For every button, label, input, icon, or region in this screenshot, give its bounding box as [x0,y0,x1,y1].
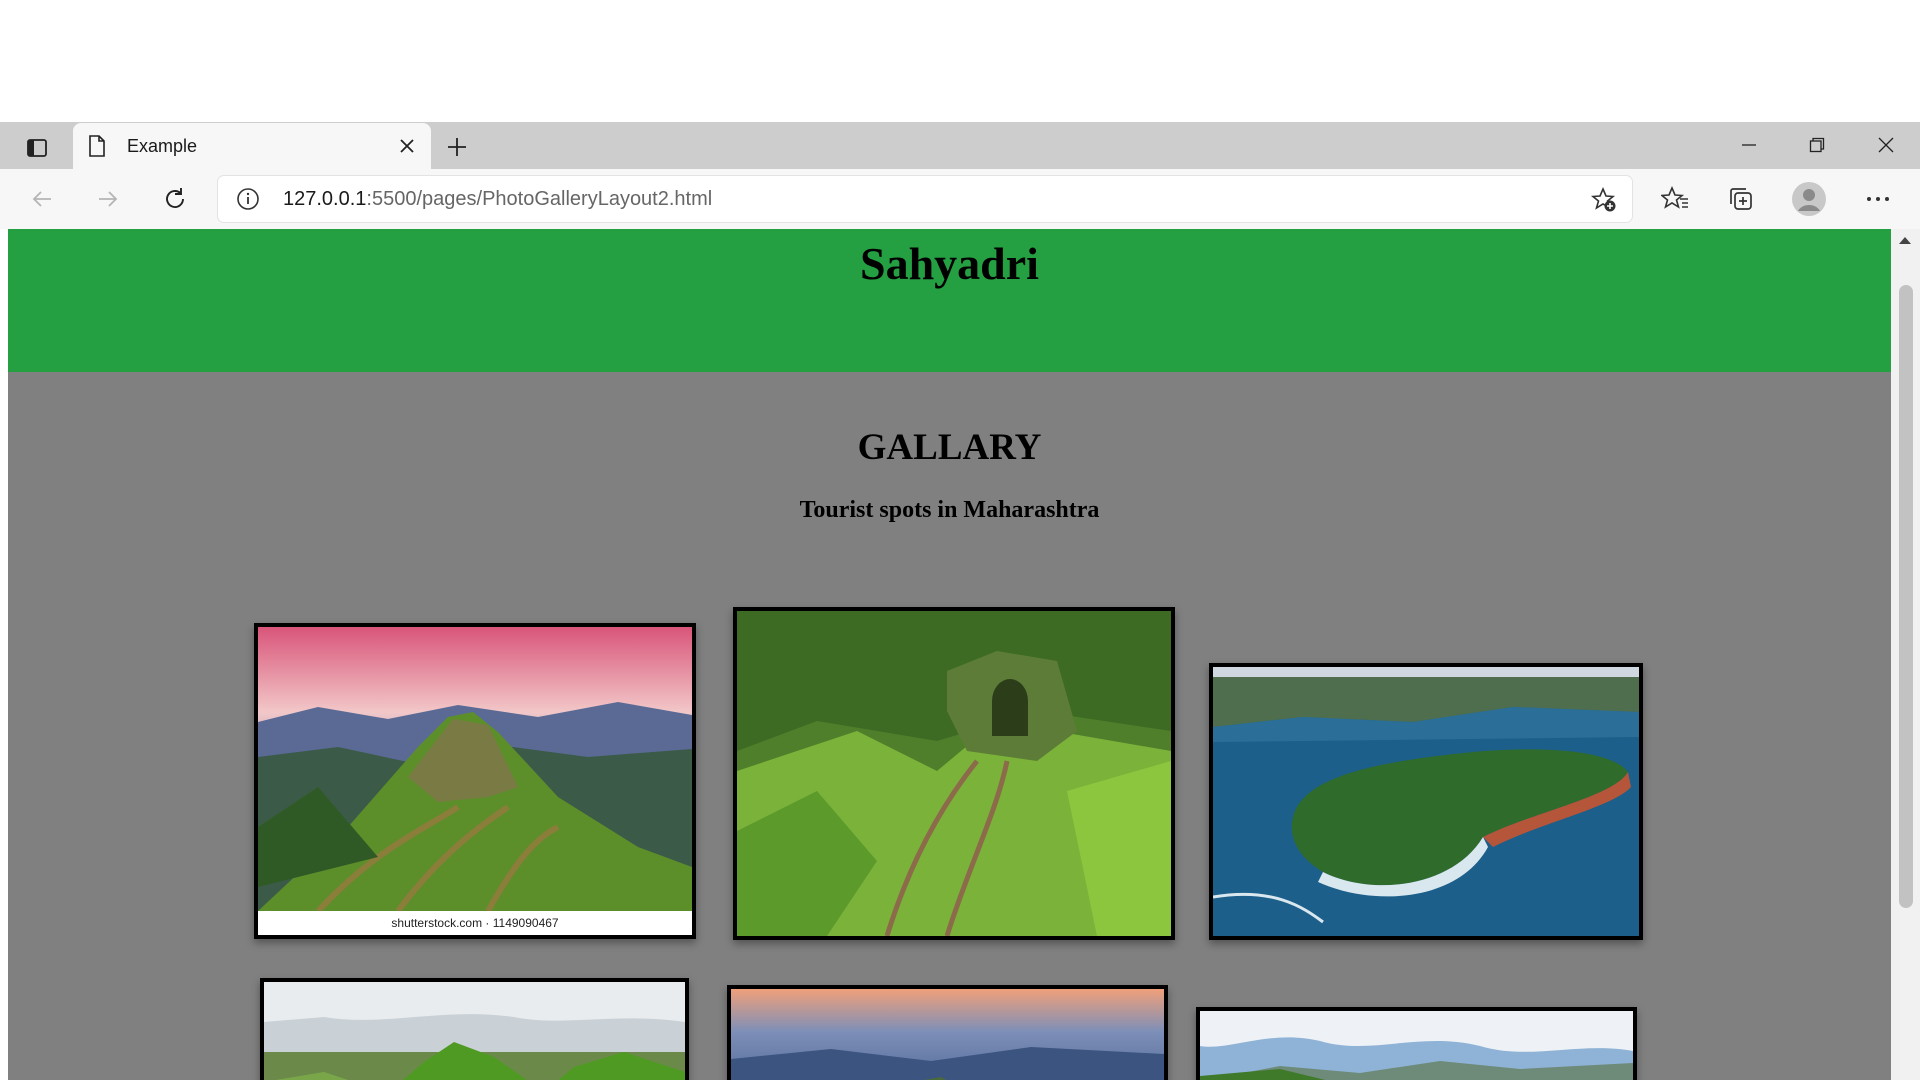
valley-cloudy-sky-image [1200,1011,1633,1080]
green-fort-gate-image [737,611,1171,936]
vertical-scrollbar[interactable] [1891,229,1920,1080]
url-path: :5500/pages/PhotoGalleryLayout2.html [366,188,713,210]
favorites-icon[interactable] [1657,182,1693,216]
browser-window: Example 127.0.0.1:5500/pages/PhotoGaller… [0,122,1920,1080]
tab-title: Example [127,136,198,156]
page-viewport: Sahyadri GALLARY Tourist spots in Mahara… [0,229,1920,1080]
scrollbar-thumb[interactable] [1899,285,1913,908]
photo-watermark: shutterstock.com · 1149090467 [258,911,692,935]
url-text: 127.0.0.1:5500/pages/PhotoGalleryLayout2… [283,188,712,211]
gallery-photo[interactable] [1196,1007,1637,1080]
collections-icon[interactable] [1723,182,1759,216]
back-arrow-icon[interactable] [24,182,60,216]
profile-icon[interactable] [1791,182,1827,216]
page-icon [87,134,107,163]
gallery-photo[interactable] [727,985,1168,1080]
gallery-photo[interactable] [1209,663,1643,940]
window-close-icon[interactable] [1863,130,1909,160]
scroll-up-arrow-icon[interactable] [1899,237,1911,244]
gallery-photo[interactable] [733,607,1175,940]
tab-strip: Example [0,122,1920,169]
green-peaks-image [264,982,685,1080]
star-add-icon[interactable] [1590,186,1618,214]
more-icon[interactable] [1860,182,1896,216]
mountain-fort-sunset-image [258,627,692,935]
forward-arrow-icon[interactable] [90,182,126,216]
gallery-photo[interactable]: shutterstock.com · 1149090467 [254,623,696,939]
fort-at-dusk-image [731,989,1164,1080]
page-body: Sahyadri GALLARY Tourist spots in Mahara… [8,229,1891,1080]
site-header: Sahyadri [8,229,1891,372]
gallery-photo[interactable] [260,978,689,1080]
island-fort-sea-image [1213,667,1639,936]
minimize-icon[interactable] [1726,130,1772,160]
url-host: 127.0.0.1 [283,188,367,210]
address-bar[interactable]: 127.0.0.1:5500/pages/PhotoGalleryLayout2… [218,176,1632,222]
site-title: Sahyadri [860,238,1039,289]
restore-icon[interactable] [1794,130,1840,160]
tab-example[interactable]: Example [73,123,431,169]
refresh-icon[interactable] [157,182,193,216]
close-icon[interactable] [395,134,419,158]
gallery-subheading: Tourist spots in Maharashtra [799,497,1100,523]
tab-actions-icon[interactable] [14,134,60,162]
plus-icon[interactable] [442,133,472,161]
info-icon[interactable] [236,187,260,211]
gallery-heading: GALLARY [857,427,1042,468]
browser-toolbar: 127.0.0.1:5500/pages/PhotoGalleryLayout2… [0,169,1920,230]
